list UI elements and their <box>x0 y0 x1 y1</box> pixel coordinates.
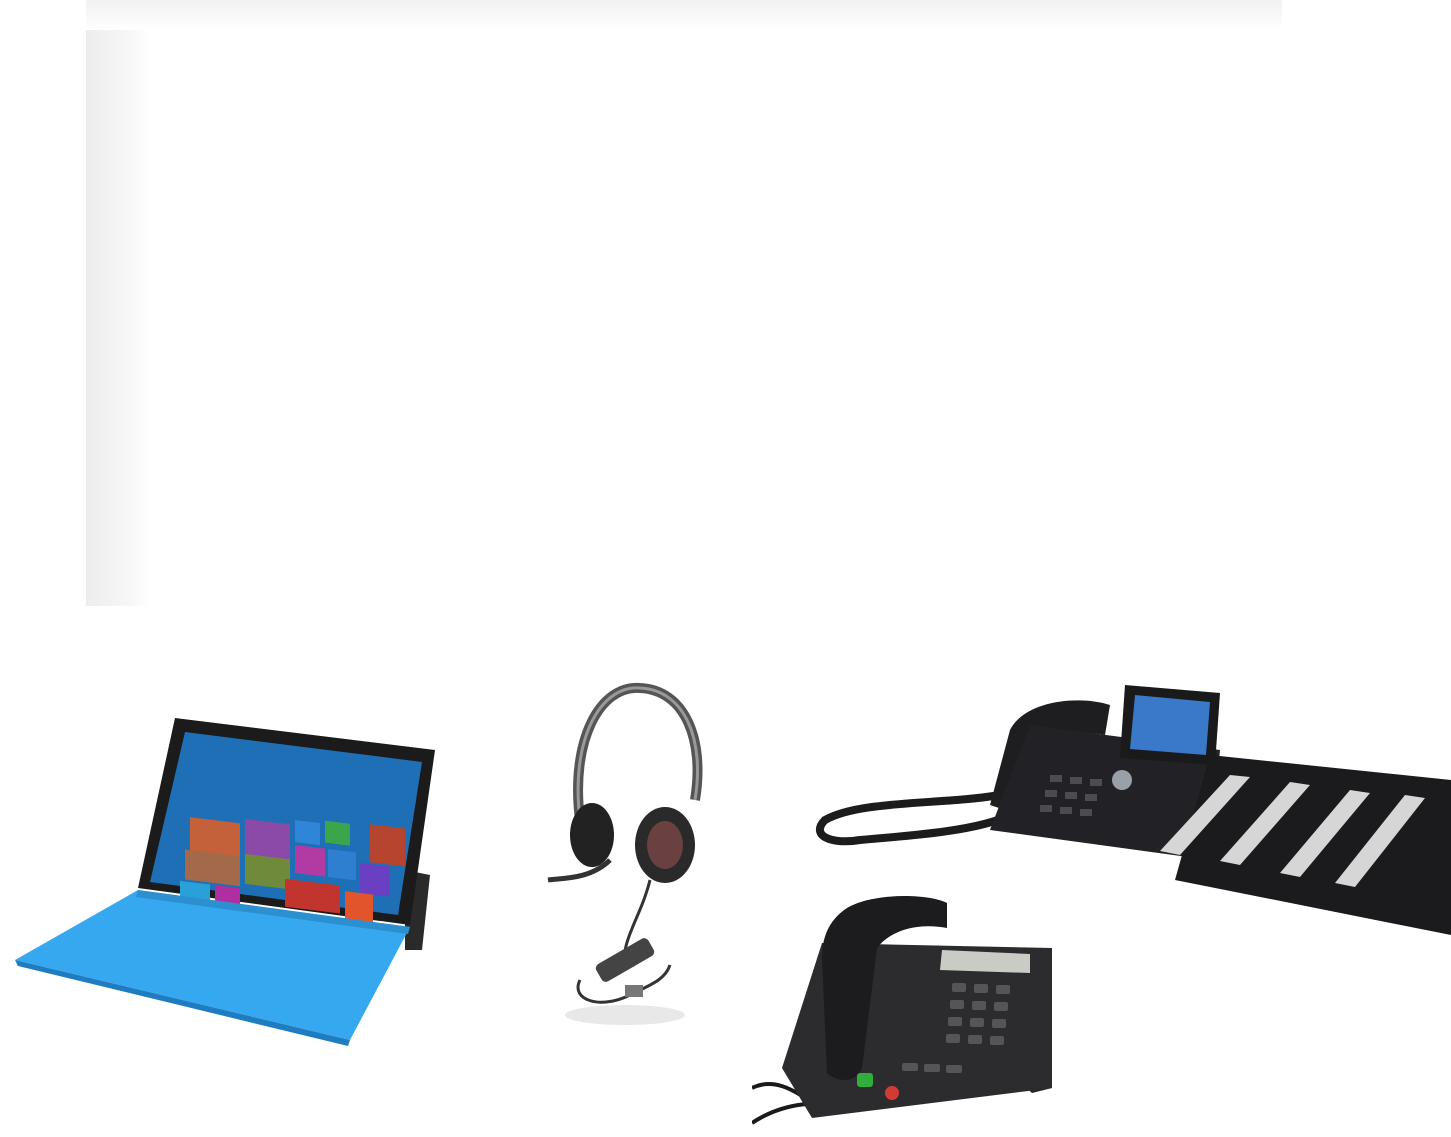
conference-phone-photo <box>752 888 1077 1137</box>
headset-photo <box>540 680 715 1035</box>
tablet-photo <box>10 710 440 1050</box>
blank-slide-panel <box>86 0 1282 606</box>
